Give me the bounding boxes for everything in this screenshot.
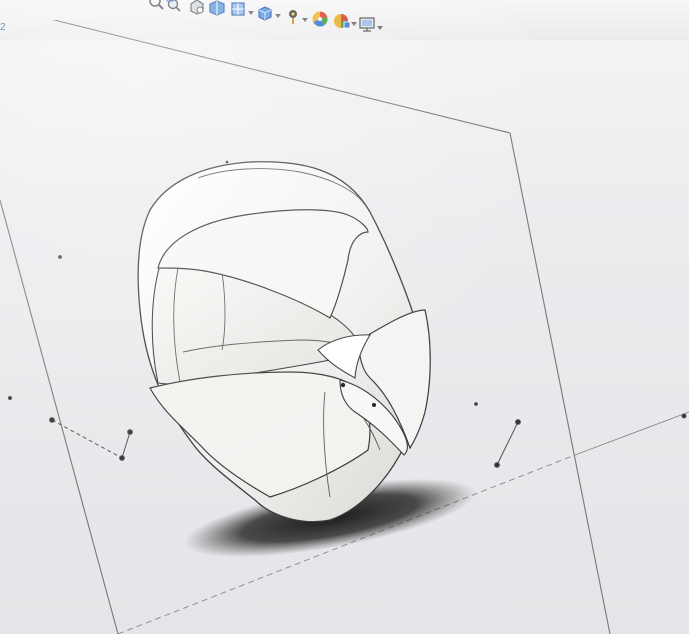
plane-edge-left: [0, 199, 119, 634]
model-canvas[interactable]: [0, 20, 689, 634]
plane-edge-top: [51, 20, 511, 134]
previous-view-icon[interactable]: [188, 0, 206, 16]
dynamic-annotation-icon[interactable]: [229, 0, 247, 18]
dropdown-arrow-icon[interactable]: [275, 13, 281, 19]
sketch-point: [372, 403, 376, 407]
plane-edge-right: [509, 132, 611, 634]
section-view-icon[interactable]: [208, 0, 226, 17]
graphics-viewport[interactable]: [0, 20, 689, 634]
top-plane: [0, 20, 689, 125]
dropdown-arrow-icon[interactable]: [248, 10, 254, 16]
cad-application-window: 2: [0, 0, 689, 634]
sketch-dimension-left: [49, 417, 133, 461]
zoom-area-icon[interactable]: [166, 0, 184, 14]
plane-edge-far: [574, 411, 689, 456]
zoom-to-fit-icon[interactable]: [148, 0, 166, 12]
sketch-point: [225, 160, 229, 164]
sketch-point: [340, 382, 346, 388]
